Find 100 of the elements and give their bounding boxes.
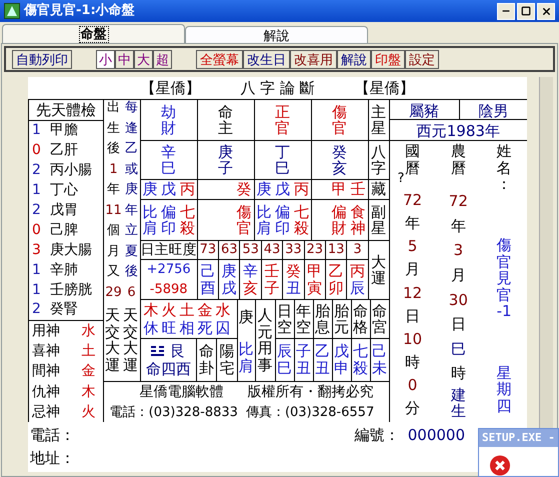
- organ-label: 甲膽: [50, 121, 78, 140]
- hidden-stem: 甲: [330, 179, 348, 200]
- dayun-age: 13: [326, 241, 348, 259]
- trigram-group: 命四西: [146, 360, 191, 378]
- dayun-note: 天交大運: [105, 307, 120, 374]
- god-label: 用神: [32, 322, 60, 340]
- size-button[interactable]: 小: [96, 50, 115, 68]
- organ-label: 乙肝: [50, 141, 78, 160]
- organ-label: 丁心: [50, 181, 78, 200]
- dayun-stem: 己: [200, 263, 216, 280]
- size-button[interactable]: 大: [134, 50, 153, 68]
- minimize-button[interactable]: [497, 2, 515, 20]
- size-button[interactable]: 超: [153, 50, 172, 68]
- dayun-stem: 乙: [328, 263, 344, 280]
- ren-yuan-label: 人元用事: [258, 307, 273, 374]
- god-element: 火: [82, 402, 96, 421]
- body-check-title: 先天體檢: [29, 100, 103, 121]
- dayun-stem: 癸: [286, 263, 301, 280]
- strength-label: 日主旺度: [140, 241, 198, 259]
- void-label: 命宮: [372, 302, 388, 336]
- brand-label: 【星僑】: [140, 78, 200, 99]
- organ-count: 1: [32, 181, 42, 200]
- pillar-stem-branch: 辛巳: [161, 144, 176, 176]
- dayun-note: 天交大運: [123, 307, 138, 374]
- auto-print-button[interactable]: 自動列印: [12, 50, 72, 68]
- god-label: 喜神: [32, 342, 60, 360]
- element-state-list: 休旺相死囚: [144, 319, 234, 337]
- void-value: 辰巳: [277, 343, 292, 376]
- date-number: 72: [448, 191, 468, 212]
- ten-god-label: 命主: [218, 104, 234, 136]
- void-value: 己未: [372, 343, 388, 376]
- weekday-label: 星期四: [496, 364, 512, 414]
- action-button[interactable]: 解說: [337, 50, 371, 68]
- organ-count: 1: [32, 280, 42, 300]
- god-element: 金: [82, 362, 96, 380]
- id-label: 編號：: [354, 425, 400, 446]
- date-unit: 分: [405, 398, 420, 420]
- organ-count: 2: [32, 161, 42, 180]
- organ-count: 2: [32, 300, 42, 320]
- company-name: 星僑電腦軟體: [140, 382, 224, 402]
- pillar-stem-branch: 丁巳: [275, 144, 290, 176]
- date-unit: 年: [405, 213, 420, 234]
- tab[interactable]: 解說: [185, 26, 368, 43]
- action-button[interactable]: 印盤: [371, 50, 405, 68]
- close-button[interactable]: [537, 2, 555, 20]
- pillar-stem-branch: 癸亥: [332, 144, 348, 176]
- date-number: 5: [408, 236, 418, 258]
- organ-count: 1: [32, 260, 42, 280]
- year-label: 西元1983年: [390, 120, 527, 141]
- dayun-stem: 辛: [243, 263, 258, 280]
- hidden-stem: 戊: [274, 179, 292, 200]
- sub-star-label: 七殺: [178, 204, 196, 236]
- void-label: 年空: [296, 302, 312, 336]
- ten-god-label: 正官: [275, 104, 290, 136]
- day-stem-star-label: 比肩: [238, 341, 254, 374]
- organ-label: 辛肺: [50, 260, 78, 280]
- id-value: 000000: [408, 425, 465, 446]
- person-name: 傷官見官-1: [496, 237, 512, 320]
- app-icon: [4, 3, 20, 19]
- dayun-age: 73: [198, 241, 220, 259]
- date-number: 72: [403, 190, 422, 211]
- dayun-age: 43: [262, 241, 284, 259]
- dayun-branch: 戌: [222, 280, 237, 296]
- birth-note: 出生後1年11個月又29: [105, 101, 122, 300]
- dayun-age: 23: [304, 241, 326, 259]
- row-label: 主星: [371, 104, 386, 136]
- maximize-button[interactable]: [517, 2, 535, 20]
- organ-label: 庚大腸: [50, 240, 92, 260]
- dayun-branch: 寅: [307, 280, 322, 296]
- dayun-branch: 卯: [328, 280, 344, 296]
- void-value: 子丑: [296, 343, 312, 376]
- dayun-age: 3: [352, 241, 363, 259]
- row-label: 八字: [371, 144, 386, 176]
- action-button[interactable]: 全螢幕: [196, 50, 243, 68]
- action-button[interactable]: 設定: [405, 50, 439, 68]
- date-unit: 時: [405, 352, 420, 374]
- dayun-branch: 亥: [243, 280, 258, 296]
- maximize-icon: [521, 6, 531, 16]
- date-unit: 月: [405, 259, 420, 280]
- tab[interactable]: 命盤: [2, 24, 185, 43]
- element-list: 木火土金水: [144, 301, 234, 319]
- dayun-branch: 丑: [286, 280, 301, 296]
- hidden-stem: 丙: [178, 179, 196, 200]
- question-mark: ?: [398, 170, 404, 188]
- sub-star-label: 比肩: [141, 204, 158, 236]
- size-button[interactable]: 中: [115, 50, 134, 68]
- organ-count: 2: [32, 201, 42, 220]
- sub-star-label: 傷官: [236, 204, 253, 236]
- organ-label: 壬膀胱: [50, 280, 92, 300]
- void-value: 戊申: [334, 343, 350, 376]
- close-icon: [540, 6, 552, 16]
- dayun-branch: 酉: [200, 280, 216, 296]
- action-button[interactable]: 改喜用: [290, 50, 337, 68]
- strength-minus: -5898: [150, 280, 188, 298]
- pillar-stem-branch: 庚子: [218, 144, 234, 176]
- organ-label: 己脾: [50, 220, 78, 240]
- sub-star-label: 偏財: [330, 204, 348, 236]
- action-button[interactable]: 改生日: [243, 50, 290, 68]
- day-stem: 庚: [238, 307, 254, 328]
- dayun-age: 53: [240, 241, 262, 259]
